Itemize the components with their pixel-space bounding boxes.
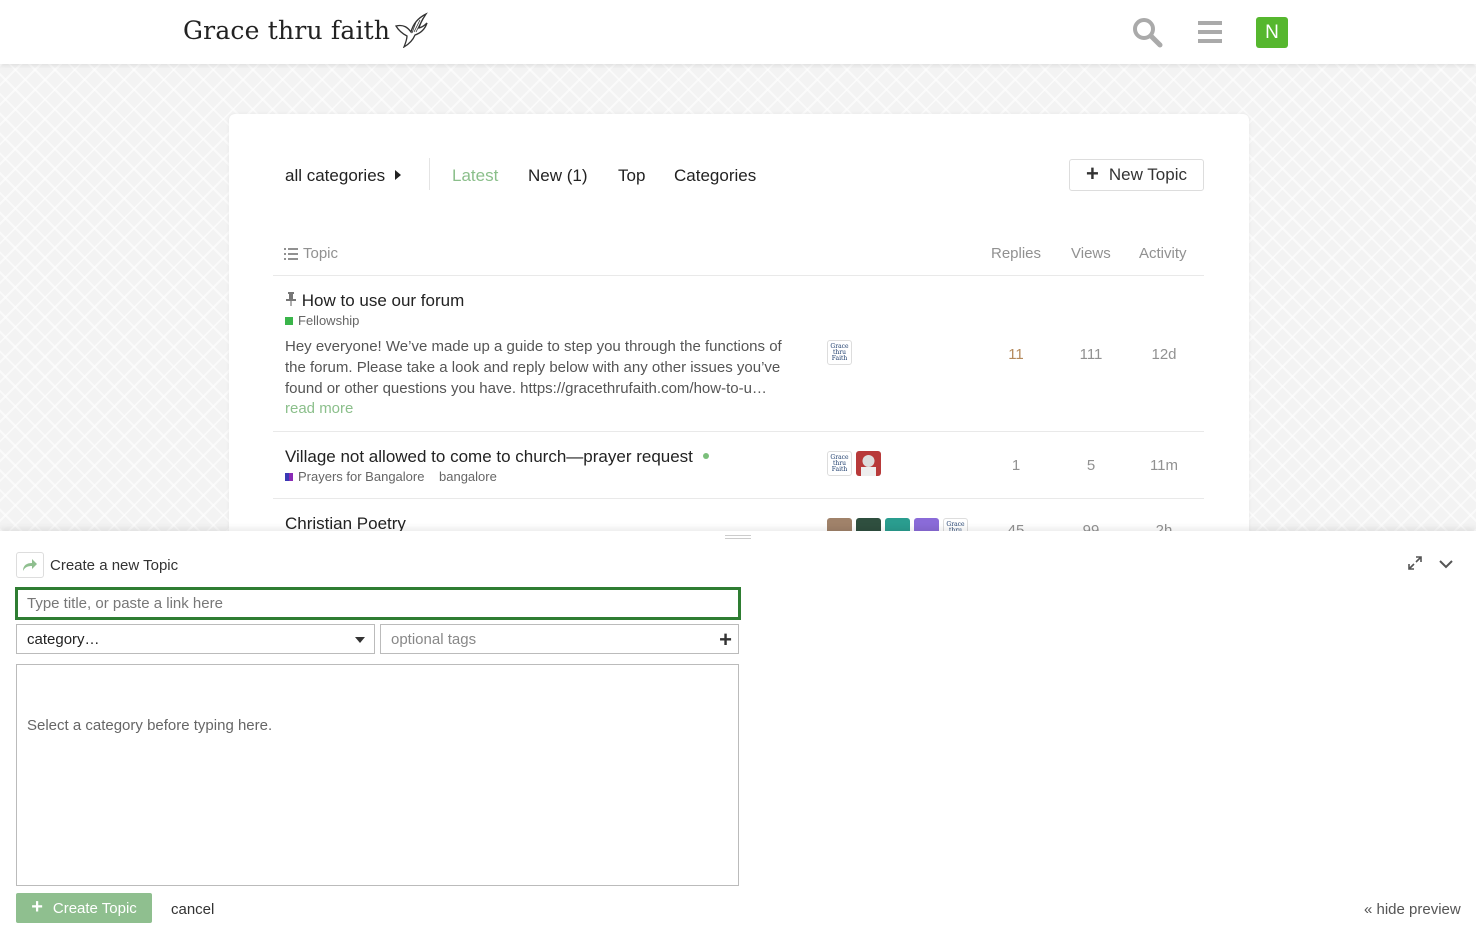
create-topic-label: Create Topic — [52, 899, 137, 917]
category-color-swatch — [285, 472, 293, 481]
user-photo-icon — [861, 455, 876, 476]
category-dropdown-label: all categories — [285, 166, 386, 185]
new-topic-label: New Topic — [1108, 165, 1187, 184]
expand-icon[interactable] — [1407, 555, 1423, 571]
topic-title-link[interactable]: Village not allowed to come to church—pr… — [285, 447, 709, 467]
search-icon[interactable] — [1131, 16, 1163, 48]
composer-action-button[interactable] — [16, 552, 44, 578]
activity-time[interactable]: 12d — [1134, 346, 1194, 363]
plus-icon: + — [31, 896, 43, 918]
tag-badge[interactable]: bangalore — [439, 469, 497, 484]
list-icon — [284, 247, 298, 260]
composer-panel: Create a new Topic category… optional ta… — [0, 531, 1476, 927]
dove-icon — [395, 12, 429, 48]
site-logo[interactable]: Grace thru faith — [183, 10, 429, 50]
header-divider — [273, 275, 1204, 276]
category-badge-label: Prayers for Bangalore — [298, 469, 425, 484]
replies-count[interactable]: 1 — [986, 457, 1046, 474]
column-header-topic[interactable]: Topic — [284, 245, 338, 262]
views-count: 5 — [1086, 457, 1096, 474]
create-topic-button[interactable]: + Create Topic — [16, 893, 152, 923]
topic-title-text: How to use our forum — [301, 291, 465, 310]
row-divider — [273, 498, 1204, 499]
navigation-bar: all categories Latest New (1) Top Catego… — [285, 158, 1205, 190]
composer-resize-grip[interactable] — [725, 535, 751, 539]
caret-down-icon — [355, 637, 365, 643]
tags-input[interactable]: optional tags + — [380, 624, 739, 654]
plus-icon: + — [1086, 161, 1099, 186]
unread-dot-icon — [702, 453, 709, 459]
tab-latest[interactable]: Latest — [452, 166, 498, 186]
chevron-down-icon[interactable] — [1438, 556, 1454, 572]
avatar[interactable]: GracethruFaith — [827, 451, 852, 476]
hamburger-menu-icon[interactable] — [1194, 16, 1226, 48]
category-badge-label: Fellowship — [298, 313, 360, 328]
plus-icon: + — [719, 627, 732, 652]
site-title: Grace thru faith — [183, 15, 391, 45]
topic-excerpt: Hey everyone! We’ve made up a guide to s… — [285, 338, 782, 397]
topic-title-link[interactable]: How to use our forum — [285, 291, 464, 311]
hide-preview-link[interactable]: « hide preview — [1364, 901, 1461, 918]
read-more-link[interactable]: read more — [285, 400, 353, 417]
share-arrow-icon — [23, 559, 37, 571]
editor-placeholder-message: Select a category before typing here. — [27, 717, 273, 734]
replies-count[interactable]: 11 — [986, 346, 1046, 363]
posters: GracethruFaith — [827, 451, 881, 476]
composer-action-label: Create a new Topic — [50, 557, 179, 574]
tab-categories[interactable]: Categories — [674, 166, 756, 186]
category-select-label: category… — [27, 631, 100, 648]
posters: GracethruFaith — [827, 340, 852, 365]
category-badge[interactable]: Fellowship — [285, 313, 359, 328]
column-header-activity[interactable]: Activity — [1139, 245, 1187, 262]
views-count: 111 — [1079, 346, 1103, 363]
tab-new[interactable]: New (1) — [528, 166, 588, 186]
composer-editor[interactable]: Select a category before typing here. — [16, 664, 739, 886]
nav-divider — [429, 158, 430, 190]
activity-time[interactable]: 11m — [1134, 457, 1194, 474]
column-header-replies[interactable]: Replies — [991, 245, 1041, 262]
column-header-views[interactable]: Views — [1071, 245, 1111, 262]
category-select[interactable]: category… — [16, 624, 375, 654]
topic-list-card: all categories Latest New (1) Top Catego… — [229, 114, 1249, 554]
category-badge[interactable]: Prayers for Bangalore — [285, 469, 424, 484]
pin-icon — [286, 292, 296, 306]
category-color-swatch — [285, 316, 293, 325]
site-header: Grace thru faith N — [0, 0, 1476, 64]
topic-title-input[interactable] — [15, 587, 741, 620]
avatar[interactable]: GracethruFaith — [827, 340, 852, 365]
topic-title-text: Village not allowed to come to church—pr… — [285, 447, 693, 466]
user-avatar[interactable]: N — [1256, 17, 1288, 48]
column-header-topic-label: Topic — [303, 245, 339, 262]
cancel-link[interactable]: cancel — [171, 901, 214, 918]
category-dropdown[interactable]: all categories — [285, 166, 402, 186]
caret-right-icon — [395, 170, 402, 180]
row-divider — [273, 431, 1204, 432]
tags-placeholder: optional tags — [391, 631, 477, 648]
new-topic-button[interactable]: + New Topic — [1069, 159, 1204, 191]
tab-top[interactable]: Top — [618, 166, 645, 186]
avatar[interactable] — [856, 451, 881, 476]
